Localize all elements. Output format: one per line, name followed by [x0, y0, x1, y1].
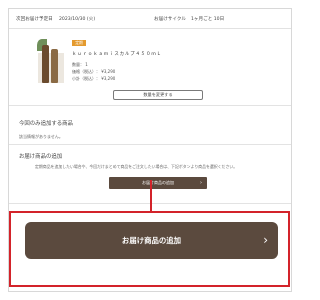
- add-products-button-small[interactable]: お届け商品の追加 ›: [109, 177, 207, 189]
- delivery-info-bar: 次回お届け予定日 2023/10/30 (火) お届けサイクル 1ヶ月ごと 10…: [9, 9, 291, 29]
- divider: [9, 144, 291, 145]
- next-delivery-date: 2023/10/30 (火): [59, 17, 96, 22]
- quantity-line: 数量： 1: [72, 62, 88, 68]
- divider: [9, 105, 291, 106]
- subtotal-line: 小計（税込）： ¥3,290: [72, 76, 115, 82]
- add-products-section-title: お届け商品の追加: [19, 154, 63, 160]
- delivery-cycle-value: 1ヶ月ごと 10日: [191, 17, 225, 22]
- subscription-tag: 定期: [72, 40, 86, 46]
- add-products-note: 定期商品を追加したい場合や、今回だけまとめて商品をご注文したい場合は、下記ボタン…: [35, 164, 238, 169]
- add-products-button-small-label: お届け商品の追加: [142, 180, 174, 185]
- product-image: [37, 39, 67, 83]
- subtotal-label: 小計（税込）：: [72, 76, 100, 81]
- add-products-button-large[interactable]: お届け商品の追加 ›: [25, 222, 278, 259]
- callout-connector: [150, 180, 152, 212]
- subtotal-value: ¥3,290: [101, 76, 116, 81]
- empty-message: 該当情報がありません。: [19, 134, 63, 139]
- quantity-label: 数量：: [72, 62, 84, 67]
- one-time-section-title: 今回のみ追加する商品: [19, 121, 73, 127]
- add-products-button-large-label: お届け商品の追加: [121, 236, 182, 245]
- next-delivery-label: 次回お届け予定日: [16, 17, 53, 22]
- delivery-cycle-label: お届けサイクル: [154, 17, 186, 22]
- chevron-right-icon: ›: [200, 180, 202, 186]
- product-name: ｋｕｒｏｋａｍｉスカルプ４５０ｍＬ: [72, 52, 162, 57]
- price-label: 価格（税込）：: [72, 69, 100, 74]
- quantity-value: 1: [85, 62, 88, 67]
- change-quantity-button[interactable]: 数量を変更する: [113, 90, 203, 100]
- chevron-right-icon: ›: [263, 233, 268, 247]
- price-line: 価格（税込）： ¥3,290: [72, 69, 115, 75]
- price-value: ¥3,290: [101, 69, 116, 74]
